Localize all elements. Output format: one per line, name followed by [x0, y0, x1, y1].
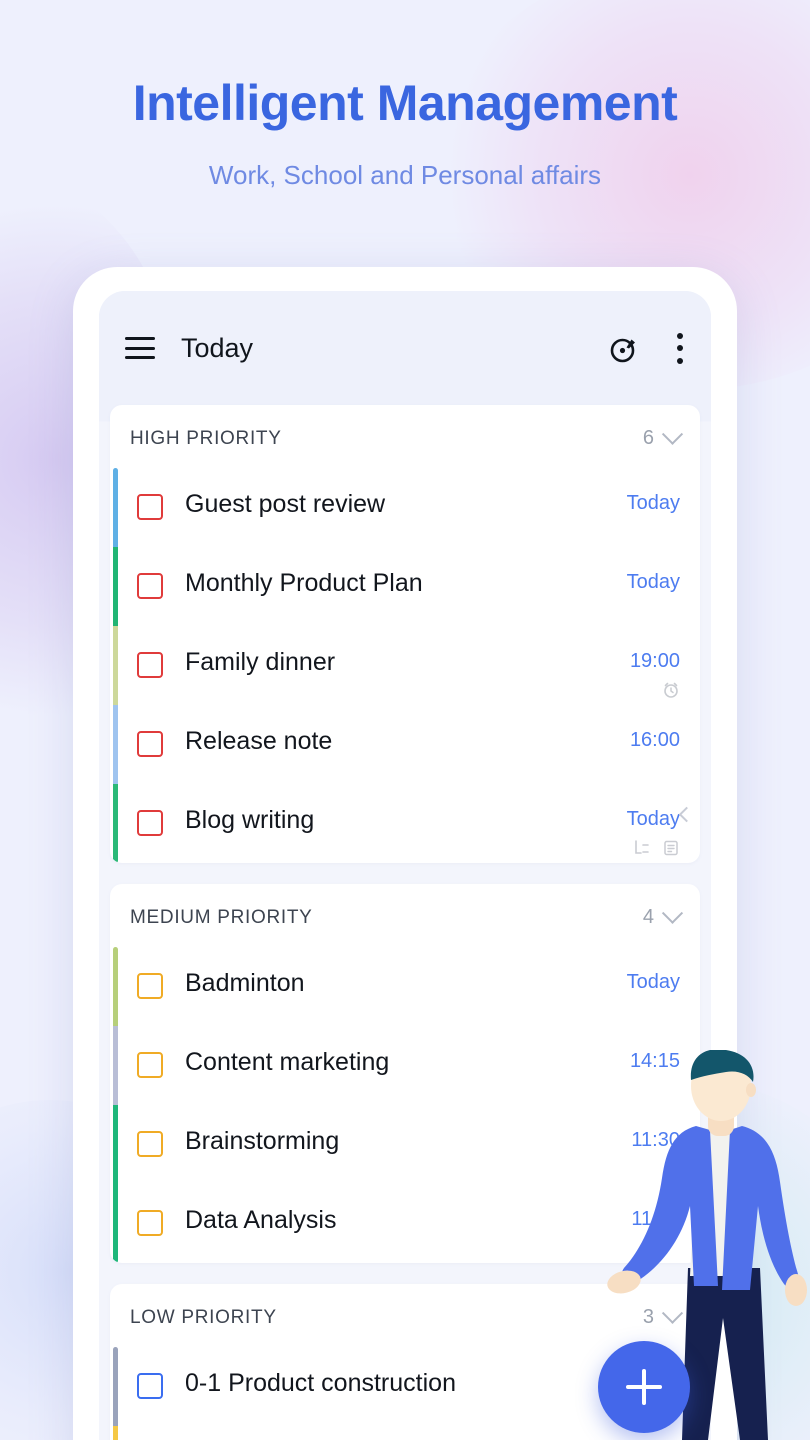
task-row[interactable]: Release note 16:00 — [110, 705, 700, 784]
note-icon — [664, 840, 678, 856]
task-checkbox[interactable] — [137, 973, 163, 999]
task-name: Guest post review — [185, 490, 386, 518]
task-checkbox[interactable] — [137, 810, 163, 836]
task-right-meta: 11:00 — [631, 1184, 680, 1229]
app-bar-actions — [606, 330, 683, 366]
priority-section-medium: MEDIUM PRIORITY 4 Badminton Today Content ma… — [110, 884, 700, 1263]
task-checkbox[interactable] — [137, 1052, 163, 1078]
task-checkbox[interactable] — [137, 573, 163, 599]
add-task-fab[interactable] — [598, 1341, 690, 1433]
priority-section-high: HIGH PRIORITY 6 Guest post review Today Mont… — [110, 405, 700, 863]
task-right-meta: 11:30 — [631, 1105, 680, 1150]
task-right-meta: Today — [627, 784, 680, 857]
section-title: LOW PRIORITY — [130, 1306, 277, 1328]
task-name: Blog writing — [185, 806, 315, 834]
hamburger-menu-icon[interactable] — [125, 337, 155, 359]
task-meta-icons — [662, 681, 680, 699]
task-name: Family dinner — [185, 648, 336, 676]
phone-screen: Today HIGH PRIORITY 6 Guest post review Tod… — [99, 291, 711, 1440]
task-name: 0-1 Product construction — [185, 1369, 456, 1397]
task-right-meta: Today — [627, 547, 680, 592]
chevron-down-icon[interactable] — [661, 423, 684, 445]
task-due-label: Today — [626, 492, 680, 514]
task-row[interactable]: Data Analysis 11:00 — [110, 1184, 700, 1263]
subtask-icon — [635, 840, 649, 854]
app-bar-title: Today — [181, 332, 254, 363]
task-right-meta: 16:00 — [630, 705, 680, 750]
pomodoro-timer-icon[interactable] — [606, 330, 642, 366]
section-title: HIGH PRIORITY — [130, 427, 282, 449]
task-meta-icons — [633, 839, 680, 857]
page-subtitle: Work, School and Personal affairs — [208, 160, 602, 190]
task-row[interactable]: Monthly Product Plan Today — [110, 547, 700, 626]
chevron-down-icon[interactable] — [661, 1302, 684, 1324]
alarm-icon — [664, 682, 678, 698]
task-checkbox[interactable] — [137, 731, 163, 757]
section-header-high[interactable]: HIGH PRIORITY 6 — [110, 405, 700, 468]
task-row[interactable]: Blog writing Today — [110, 784, 700, 863]
task-due-label: 11:30 — [631, 1129, 680, 1151]
task-due-label: Today — [626, 571, 680, 593]
section-header-low[interactable]: LOW PRIORITY 3 — [110, 1284, 700, 1347]
section-count: 3 — [642, 1306, 654, 1328]
section-count: 4 — [642, 906, 654, 928]
task-row[interactable]: Family dinner 19:00 — [110, 626, 700, 705]
section-title: MEDIUM PRIORITY — [130, 906, 313, 928]
kebab-menu-icon[interactable] — [676, 332, 683, 364]
task-row[interactable]: Daily reportToday — [110, 1426, 700, 1440]
task-right-meta: 19:00 — [630, 626, 680, 699]
task-list: Badminton Today Content marketing 14:15 Brai… — [110, 947, 700, 1263]
task-due-label: 14:15 — [629, 1050, 680, 1072]
task-checkbox[interactable] — [137, 1373, 163, 1399]
page-title: Intelligent Management — [132, 75, 678, 131]
task-due-label: Today — [626, 971, 680, 993]
task-name: Content marketing — [185, 1048, 390, 1076]
task-checkbox[interactable] — [137, 1131, 163, 1157]
task-right-meta: Today — [627, 468, 680, 513]
task-row[interactable]: Badminton Today — [110, 947, 700, 1026]
app-bar: Today — [99, 291, 711, 405]
task-name: Monthly Product Plan — [185, 569, 423, 597]
task-list: Guest post review Today Monthly Product Pl… — [110, 468, 700, 863]
task-row[interactable]: Guest post review Today — [110, 468, 700, 547]
task-due-label: 19:00 — [629, 650, 680, 672]
task-name: Badminton — [185, 969, 305, 997]
task-due-label: 16:00 — [629, 729, 680, 751]
chevron-down-icon[interactable] — [661, 902, 684, 924]
hero-section: Intelligent Management Work, School and … — [0, 0, 810, 191]
task-checkbox[interactable] — [137, 1210, 163, 1236]
section-count: 6 — [642, 427, 654, 449]
task-name: Data Analysis — [185, 1206, 337, 1234]
task-due-label: 11:00 — [631, 1208, 680, 1230]
task-name: Release note — [185, 727, 333, 755]
task-due-label: Today — [626, 808, 680, 830]
task-checkbox[interactable] — [137, 652, 163, 678]
task-row[interactable]: Brainstorming 11:30 — [110, 1105, 700, 1184]
task-sections-container: HIGH PRIORITY 6 Guest post review Today Mont… — [99, 405, 711, 1440]
task-right-meta: 14:15 — [630, 1026, 680, 1071]
task-right-meta: Today — [627, 947, 680, 992]
task-name: Brainstorming — [185, 1127, 340, 1155]
chevron-left-icon[interactable] — [678, 806, 695, 823]
task-checkbox[interactable] — [137, 494, 163, 520]
task-row[interactable]: Content marketing 14:15 — [110, 1026, 700, 1105]
section-header-medium[interactable]: MEDIUM PRIORITY 4 — [110, 884, 700, 947]
